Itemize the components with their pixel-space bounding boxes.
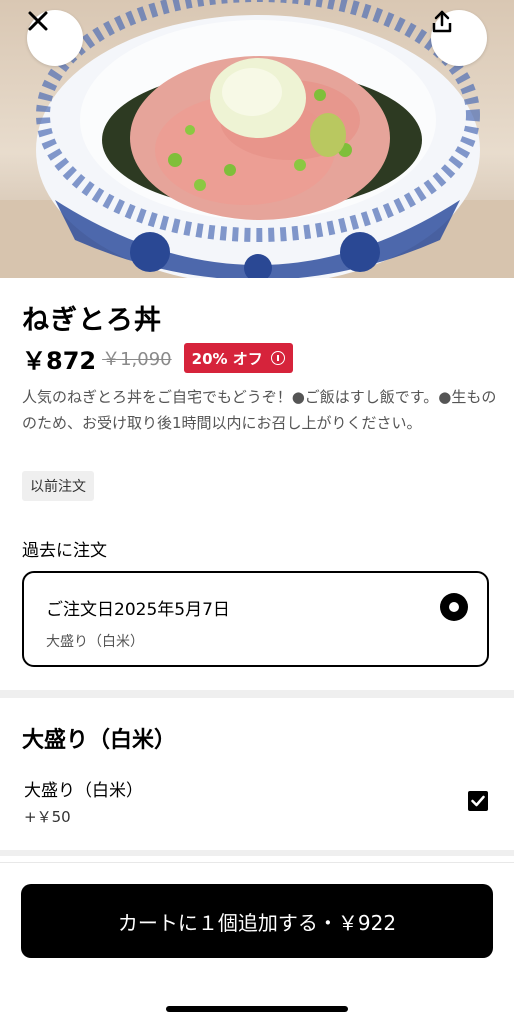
product-image (0, 0, 514, 278)
past-order-option[interactable]: ご注文日2025年5月7日 大盛り（白米） (22, 571, 489, 667)
product-description: 人気のねぎとろ丼をご自宅でもどうぞ！●ご飯はすし飯です。●生もののため、お受け取… (22, 388, 497, 432)
checkmark-icon (471, 792, 485, 811)
past-order-date: ご注文日2025年5月7日 (46, 600, 230, 620)
section-divider (0, 690, 514, 698)
product-title: ねぎとろ丼 (22, 305, 162, 336)
section-divider (0, 850, 514, 856)
previously-ordered-tag: 以前注文 (22, 471, 94, 501)
close-button[interactable] (27, 10, 83, 66)
price-row: ￥872 ￥1,090 20% オフ (22, 342, 293, 375)
share-button[interactable] (431, 10, 487, 66)
option-name: 大盛り（白米） (24, 781, 143, 801)
option-price: +￥50 (24, 808, 71, 826)
current-price: ￥872 (22, 346, 97, 375)
discount-badge[interactable]: 20% オフ (183, 343, 293, 373)
past-orders-heading: 過去に注文 (22, 541, 107, 561)
discount-label: 20% オフ (191, 349, 263, 368)
past-order-detail: 大盛り（白米） (46, 634, 144, 650)
section-divider (0, 862, 514, 863)
radio-selected-icon[interactable] (440, 593, 468, 621)
add-to-cart-button[interactable]: カートに１個追加する・￥922 (21, 884, 493, 958)
home-indicator (166, 1006, 348, 1012)
option-group-title: 大盛り（白米） (22, 728, 177, 753)
original-price: ￥1,090 (102, 349, 172, 370)
info-icon (270, 351, 285, 365)
option-checkbox[interactable] (468, 791, 488, 811)
